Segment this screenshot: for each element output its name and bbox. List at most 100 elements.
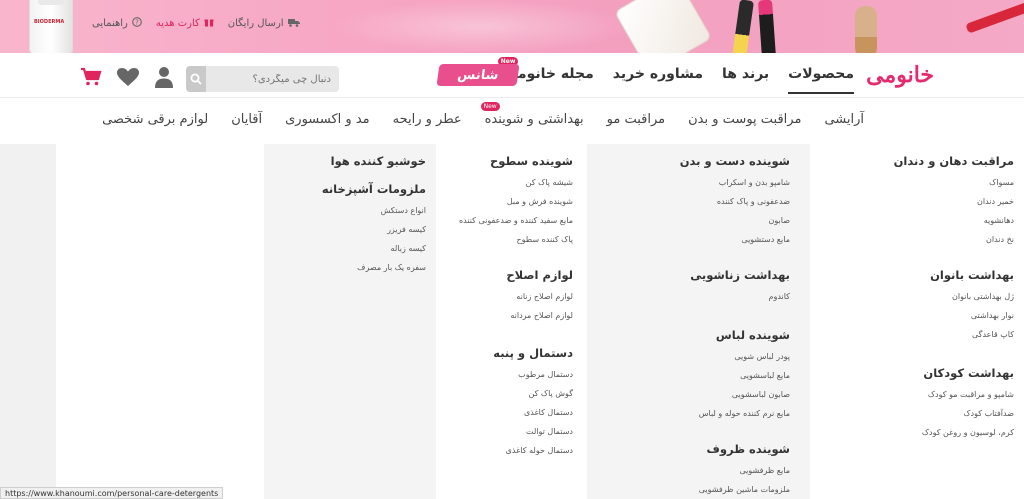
menu-group-title[interactable]: مراقبت دهان و دندان — [810, 154, 1014, 168]
truck-icon — [287, 18, 300, 30]
menu-column-1: مراقبت دهان و دندان مسواک خمیر دندان دهانشو… — [810, 144, 1024, 499]
menu-group-title[interactable]: لوازم اصلاح — [436, 268, 573, 282]
menu-item[interactable]: مایع دستشویی — [587, 233, 790, 246]
menu-column-4: خوشبو کننده هوا ملزومات آشپزخانه انواع دست… — [264, 144, 436, 499]
top-promo-banner[interactable]: BIODERMA ارسال رایگان کارت هدیه ? راهنما… — [0, 0, 1024, 53]
menu-item[interactable]: شامپو و مراقبت مو کودک — [810, 388, 1014, 401]
menu-item[interactable]: کیسه زباله — [264, 242, 426, 255]
menu-item[interactable]: لوازم اصلاح مردانه — [436, 309, 573, 322]
menu-item[interactable]: دستمال توالت — [436, 425, 573, 438]
menu-item[interactable]: دستمال حوله کاغذی — [436, 444, 573, 457]
category-makeup[interactable]: آرایشی — [824, 112, 864, 127]
menu-item[interactable]: ملزومات ماشین ظرفشویی — [587, 483, 790, 496]
menu-group-title[interactable]: شوینده لباس — [587, 328, 790, 342]
site-logo[interactable]: خانومی — [866, 62, 934, 90]
menu-group-title[interactable]: بهداشت بانوان — [810, 268, 1014, 282]
cart-icon[interactable] — [80, 67, 102, 87]
menu-group: بهداشت کودکان شامپو و مراقبت مو کودک ضدآفت… — [810, 366, 1024, 439]
menu-item[interactable]: مایع لباسشویی — [587, 369, 790, 382]
svg-text:?: ? — [135, 19, 139, 27]
help-link[interactable]: ? راهنمایی — [92, 17, 142, 30]
gift-card-label: کارت هدیه — [155, 18, 200, 29]
menu-item[interactable]: کیسه فریزر — [264, 223, 426, 236]
menu-group-title[interactable]: ملزومات آشپزخانه — [264, 182, 426, 196]
help-label: راهنمایی — [92, 18, 128, 29]
menu-group-title[interactable]: شوینده دست و بدن — [587, 154, 790, 168]
menu-item[interactable]: کرم، لوسیون و روغن کودک — [810, 426, 1014, 439]
menu-item[interactable]: خمیر دندان — [810, 195, 1014, 208]
menu-group-title[interactable]: بهداشت زناشویی — [587, 268, 790, 282]
search-input[interactable] — [206, 66, 339, 92]
header-icons — [80, 66, 174, 88]
free-shipping-link[interactable]: ارسال رایگان — [228, 17, 300, 30]
menu-item[interactable]: دستمال مرطوب — [436, 368, 573, 381]
menu-item[interactable]: صابون — [587, 214, 790, 227]
menu-item[interactable]: پاک کننده سطوح — [436, 233, 574, 246]
nav-brands[interactable]: برند ها — [722, 66, 769, 82]
menu-group-title[interactable]: دستمال و پنبه — [436, 346, 573, 360]
gift-card-link[interactable]: کارت هدیه — [156, 17, 214, 30]
category-fashion-accessory[interactable]: مد و اکسسوری — [285, 112, 370, 127]
banner-highlight — [330, 0, 630, 53]
menu-item[interactable]: نوار بهداشتی — [810, 309, 1014, 322]
menu-item[interactable]: ژل بهداشتی بانوان — [810, 290, 1014, 303]
menu-item[interactable]: ضدعفونی و پاک کننده — [587, 195, 790, 208]
product-foundation-image — [855, 6, 877, 53]
menu-item[interactable]: شامپو بدن و اسکراب — [587, 176, 790, 189]
category-men[interactable]: آقایان — [231, 112, 262, 127]
menu-item[interactable]: پودر لباس شویی — [587, 350, 790, 363]
product-bottle-image: BIODERMA — [30, 0, 72, 53]
new-badge: New — [480, 102, 500, 111]
menu-item[interactable]: انواع دستکش — [264, 204, 426, 217]
menu-group: شوینده لباس پودر لباس شویی مایع لباسشویی صا… — [587, 328, 810, 420]
nav-shopping-advice[interactable]: مشاوره خرید — [613, 66, 703, 82]
chance-button[interactable]: شانس — [436, 64, 520, 86]
menu-item[interactable]: شوینده فرش و مبل — [436, 195, 573, 208]
menu-item[interactable]: سفره یک بار مصرف — [264, 261, 426, 274]
menu-group-title[interactable]: شوینده سطوح — [436, 154, 573, 168]
menu-item[interactable]: مسواک — [810, 176, 1014, 189]
menu-column-3: شوینده سطوح شیشه پاک کن شوینده فرش و مبل ما… — [436, 144, 587, 499]
free-shipping-label: ارسال رایگان — [227, 18, 284, 29]
menu-item[interactable]: لوازم اصلاح زنانه — [436, 290, 573, 303]
menu-group-title[interactable]: شوینده ظروف — [587, 442, 790, 456]
category-perfume[interactable]: عطر و رایحه — [393, 112, 462, 127]
menu-item[interactable]: ضدآفتاب کودک — [810, 407, 1014, 420]
menu-item[interactable]: صابون لباسشویی — [587, 388, 790, 401]
menu-group: خوشبو کننده هوا — [264, 154, 436, 168]
product-lipgloss-image — [757, 0, 777, 53]
menu-item[interactable]: کاپ قاعدگی — [810, 328, 1014, 341]
menu-group: بهداشت بانوان ژل بهداشتی بانوان نوار بهداش… — [810, 268, 1024, 341]
user-icon[interactable] — [154, 66, 174, 88]
menu-group-title[interactable]: بهداشت کودکان — [810, 366, 1014, 380]
top-links: ارسال رایگان کارت هدیه ? راهنمایی — [92, 17, 300, 30]
status-bar-url: https://www.khanoumi.com/personal-care-d… — [0, 487, 224, 499]
menu-item[interactable]: دستمال کاغذی — [436, 406, 573, 419]
menu-group: بهداشت زناشویی کاندوم — [587, 268, 810, 303]
menu-item[interactable]: کاندوم — [587, 290, 791, 303]
search-icon — [190, 70, 202, 89]
menu-item[interactable]: مایع ظرفشویی — [587, 464, 790, 477]
category-skin-body-care[interactable]: مراقبت پوست و بدن — [688, 112, 801, 127]
nav-products[interactable]: محصولات — [788, 66, 854, 94]
product-lipstick-image — [732, 0, 754, 53]
bottle-label: BIODERMA — [34, 19, 65, 25]
menu-item[interactable]: گوش پاک کن — [436, 387, 573, 400]
site-header: خانومی محصولات برند ها مشاوره خرید مجله … — [0, 53, 1024, 98]
menu-group: مراقبت دهان و دندان مسواک خمیر دندان دهانشو… — [810, 154, 1024, 246]
category-hygiene-label: بهداشتی و شوینده — [484, 112, 584, 127]
menu-item[interactable]: نخ دندان — [810, 233, 1014, 246]
category-nav: آرایشی مراقبت پوست و بدن مراقبت مو بهداش… — [0, 98, 1024, 144]
menu-item[interactable]: دهانشویه — [810, 214, 1014, 227]
category-hygiene-detergent[interactable]: بهداشتی و شوینده New — [480, 102, 584, 127]
category-personal-electric[interactable]: لوازم برقی شخصی — [102, 112, 208, 127]
menu-item[interactable]: مایع نرم کننده حوله و لباس — [587, 407, 790, 420]
heart-icon[interactable] — [116, 67, 140, 87]
menu-group-title[interactable]: خوشبو کننده هوا — [264, 154, 426, 168]
menu-item[interactable]: شیشه پاک کن — [436, 176, 573, 189]
search-button[interactable] — [186, 66, 206, 92]
gift-icon — [204, 17, 214, 30]
category-hair-care[interactable]: مراقبت مو — [607, 112, 665, 127]
menu-item[interactable]: مایع سفید کننده و ضدعفونی کننده — [436, 214, 573, 227]
menu-group: شوینده سطوح شیشه پاک کن شوینده فرش و مبل ما… — [436, 154, 587, 246]
